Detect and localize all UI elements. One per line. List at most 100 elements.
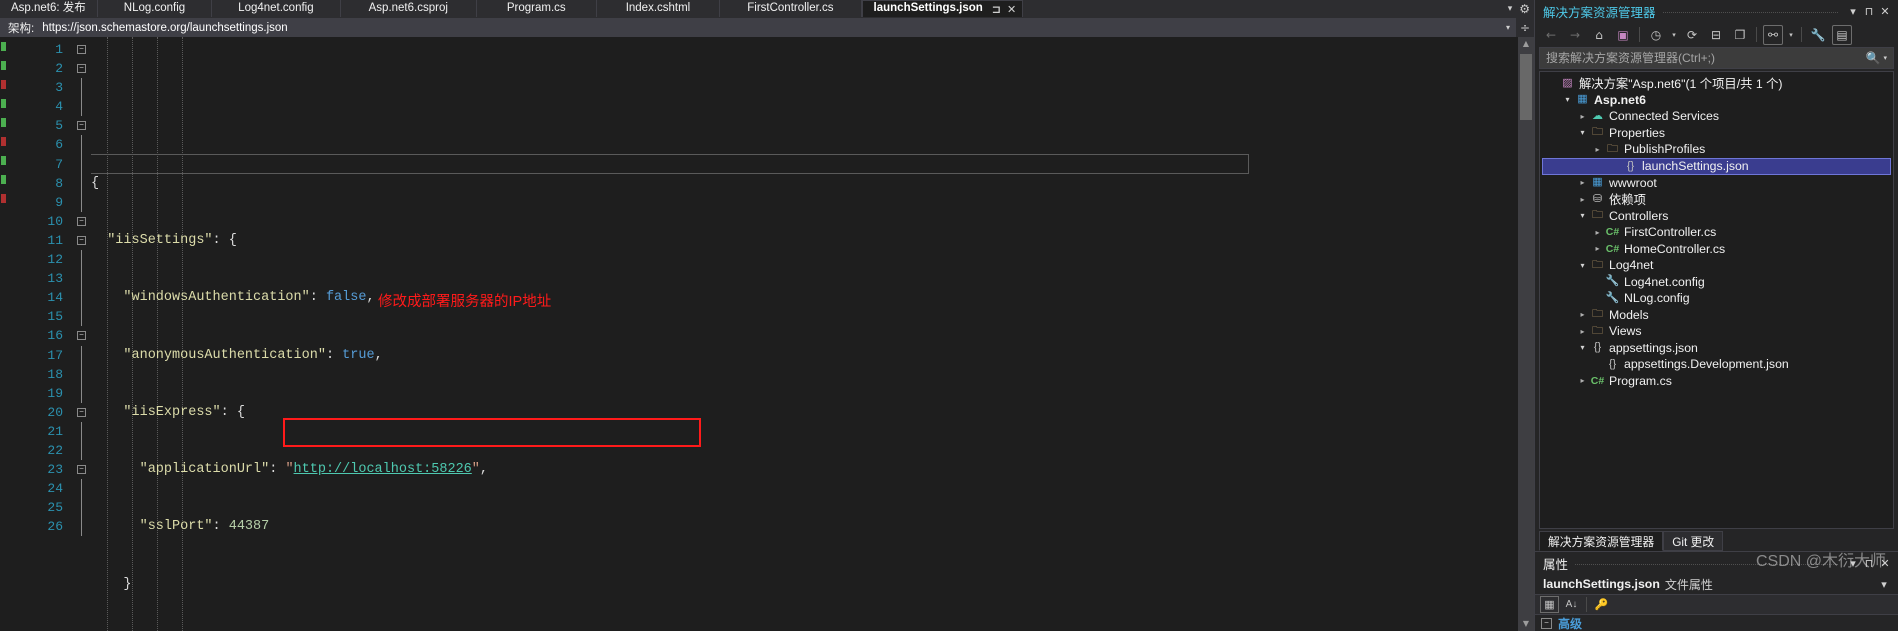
tree-item[interactable]: ▸ ⛁ 依赖项 bbox=[1540, 191, 1893, 208]
tree-item[interactable]: 🔧 Log4net.config bbox=[1540, 274, 1893, 291]
tree-item[interactable]: ▨ 解决方案"Asp.net6"(1 个项目/共 1 个) bbox=[1540, 75, 1893, 92]
fold-collapse-icon[interactable]: − bbox=[77, 331, 86, 341]
solution-explorer-view-icon[interactable]: ▣ bbox=[1613, 25, 1633, 45]
tree-item[interactable]: ▸ 🗀 Models bbox=[1540, 307, 1893, 324]
tree-item-label: PublishProfiles bbox=[1624, 142, 1706, 157]
home-icon[interactable]: ⌂ bbox=[1589, 25, 1609, 45]
solution-explorer-search[interactable]: 🔍 ▾ bbox=[1539, 47, 1894, 69]
schema-dropdown-icon[interactable]: ▾ bbox=[1500, 23, 1516, 32]
scroll-down-icon[interactable]: ▼ bbox=[1518, 617, 1534, 631]
chevron-down-icon[interactable]: ▾ bbox=[1670, 31, 1678, 39]
close-icon[interactable]: ✕ bbox=[1877, 557, 1893, 570]
tab-log4net-config[interactable]: Log4net.config bbox=[212, 0, 341, 17]
scrollbar-thumb[interactable] bbox=[1520, 54, 1532, 120]
expand-arrow-closed-icon[interactable]: ▸ bbox=[1576, 327, 1589, 336]
expand-arrow-open-icon[interactable]: ▾ bbox=[1576, 343, 1589, 352]
tree-item-selected[interactable]: {} launchSettings.json bbox=[1542, 157, 1891, 175]
tree-item[interactable]: ▾ {} appsettings.json bbox=[1540, 340, 1893, 357]
tree-item[interactable]: ▾ 🗀 Log4net bbox=[1540, 257, 1893, 274]
expand-arrow-closed-icon[interactable]: ▸ bbox=[1591, 244, 1604, 253]
expand-arrow-open-icon[interactable]: ▾ bbox=[1576, 211, 1589, 220]
gear-icon[interactable]: ⚙ bbox=[1519, 3, 1530, 15]
tree-item[interactable]: ▸ C# HomeController.cs bbox=[1540, 241, 1893, 258]
refresh-icon[interactable]: ⟳ bbox=[1682, 25, 1702, 45]
tree-item[interactable]: {} appsettings.Development.json bbox=[1540, 356, 1893, 373]
tab-firstcontroller-cs[interactable]: FirstController.cs bbox=[720, 0, 862, 17]
preview-selected-items-icon[interactable]: ▤ bbox=[1832, 24, 1852, 45]
search-icon[interactable]: 🔍 bbox=[1863, 51, 1884, 65]
panel-tab-git-changes[interactable]: Git 更改 bbox=[1663, 531, 1724, 551]
expand-arrow-closed-icon[interactable]: ▸ bbox=[1576, 195, 1589, 204]
solution-explorer-tree[interactable]: ▨ 解决方案"Asp.net6"(1 个项目/共 1 个) ▾ ▦ Asp.net6 ▸ ☁… bbox=[1539, 71, 1894, 529]
schema-url-input[interactable] bbox=[38, 19, 1500, 36]
fold-collapse-icon[interactable]: − bbox=[77, 465, 86, 475]
tree-item[interactable]: ▸ 🗀 PublishProfiles bbox=[1540, 141, 1893, 158]
tree-item[interactable]: 🔧 NLog.config bbox=[1540, 290, 1893, 307]
pin-icon[interactable]: ⊐ bbox=[992, 4, 1001, 15]
chevron-down-icon[interactable]: ▾ bbox=[1787, 31, 1795, 39]
property-pages-icon[interactable]: 🔑 bbox=[1592, 596, 1611, 613]
scroll-up-icon[interactable]: ▲ bbox=[1518, 37, 1534, 51]
expand-arrow-open-icon[interactable]: ▾ bbox=[1561, 95, 1574, 104]
categorized-view-icon[interactable]: ▦ bbox=[1540, 596, 1559, 613]
pending-changes-icon[interactable]: ◷ bbox=[1646, 25, 1666, 45]
tab-index-cshtml[interactable]: Index.cshtml bbox=[596, 0, 721, 17]
tree-item[interactable]: ▸ C# Program.cs bbox=[1540, 373, 1893, 390]
tab-asp-net6-publish[interactable]: Asp.net6: 发布 bbox=[0, 0, 98, 17]
properties-object-selector[interactable]: launchSettings.json 文件属性 ▾ bbox=[1535, 574, 1898, 594]
forward-icon[interactable]: → bbox=[1565, 25, 1585, 45]
tree-item[interactable]: ▸ ▦ wwwroot bbox=[1540, 175, 1893, 192]
tree-item[interactable]: ▾ 🗀 Controllers bbox=[1540, 208, 1893, 225]
close-icon[interactable]: ✕ bbox=[1007, 4, 1016, 15]
expand-arrow-closed-icon[interactable]: ▸ bbox=[1576, 112, 1589, 121]
chevron-down-icon[interactable]: ▾ bbox=[1508, 4, 1513, 13]
tree-item[interactable]: ▾ 🗀 Properties bbox=[1540, 125, 1893, 142]
expand-arrow-closed-icon[interactable]: ▸ bbox=[1576, 310, 1589, 319]
tree-item[interactable]: ▸ C# FirstController.cs bbox=[1540, 224, 1893, 241]
tab-nlog-config[interactable]: NLog.config bbox=[97, 0, 213, 17]
code-line-1: { bbox=[91, 175, 100, 191]
outlining-fold-column[interactable]: − − − − − − − − bbox=[72, 37, 91, 631]
expand-arrow-open-icon[interactable]: ▾ bbox=[1576, 128, 1589, 137]
fold-collapse-icon[interactable]: − bbox=[77, 64, 86, 74]
chevron-down-icon[interactable]: ▾ bbox=[1845, 5, 1861, 18]
tree-item[interactable]: ▸ 🗀 Views bbox=[1540, 323, 1893, 340]
view-class-diagram-icon[interactable]: ⚯ bbox=[1763, 24, 1783, 45]
tab-asp-net6-csproj[interactable]: Asp.net6.csproj bbox=[340, 0, 477, 17]
pin-icon[interactable]: ⊓ bbox=[1861, 5, 1877, 18]
category-expander-icon[interactable]: − bbox=[1541, 617, 1552, 629]
tab-program-cs[interactable]: Program.cs bbox=[476, 0, 597, 17]
chevron-down-icon[interactable]: ▾ bbox=[1876, 578, 1892, 591]
expand-arrow-closed-icon[interactable]: ▸ bbox=[1591, 228, 1604, 237]
editor-vertical-scrollbar[interactable]: ▲ ▼ bbox=[1518, 37, 1534, 631]
expand-arrow-open-icon[interactable]: ▾ bbox=[1576, 261, 1589, 270]
fold-collapse-icon[interactable]: − bbox=[77, 45, 86, 55]
search-input[interactable] bbox=[1540, 51, 1863, 65]
fold-collapse-icon[interactable]: − bbox=[77, 235, 86, 245]
change-marker-column bbox=[0, 37, 8, 631]
solution-explorer-toolbar: ← → ⌂ ▣ ◷ ▾ ⟳ ⊟ ❐ ⚯ ▾ 🔧 ▤ bbox=[1535, 22, 1898, 47]
fold-collapse-icon[interactable]: − bbox=[77, 216, 86, 226]
expand-arrow-closed-icon[interactable]: ▸ bbox=[1576, 376, 1589, 385]
show-all-files-icon[interactable]: ❐ bbox=[1730, 25, 1750, 45]
code-editor-surface[interactable]: 1 2 3 4 5 6 7 8 9 10 11 12 13 14 15 16 17 18 19 20 21 22 23 24 2… bbox=[0, 37, 1534, 631]
panel-tab-solution-explorer[interactable]: 解决方案资源管理器 bbox=[1539, 531, 1664, 551]
expand-arrow-closed-icon[interactable]: ▸ bbox=[1576, 178, 1589, 187]
fold-collapse-icon[interactable]: − bbox=[77, 121, 86, 131]
properties-wrench-icon[interactable]: 🔧 bbox=[1808, 25, 1828, 45]
alphabetical-sort-icon[interactable]: A↓ bbox=[1562, 596, 1581, 613]
expand-arrow-closed-icon[interactable]: ▸ bbox=[1591, 145, 1604, 154]
chevron-down-icon[interactable]: ▾ bbox=[1883, 54, 1893, 62]
pin-icon[interactable]: ⊓ bbox=[1861, 557, 1877, 570]
code-text-area[interactable]: { "iisSettings": { "windowsAuthenticatio… bbox=[91, 37, 1518, 631]
tab-launchsettings-json[interactable]: launchSettings.json ⊐ ✕ bbox=[861, 0, 1024, 17]
tree-item[interactable]: ▸ ☁ Connected Services bbox=[1540, 108, 1893, 125]
fold-collapse-icon[interactable]: − bbox=[77, 407, 86, 417]
collapse-all-icon[interactable]: ⊟ bbox=[1706, 25, 1726, 45]
split-view-icon[interactable]: ÷ bbox=[1516, 18, 1534, 37]
close-icon[interactable]: ✕ bbox=[1877, 5, 1893, 18]
properties-grid[interactable]: − 高级 bbox=[1535, 615, 1898, 631]
back-icon[interactable]: ← bbox=[1541, 25, 1561, 45]
chevron-down-icon[interactable]: ▾ bbox=[1845, 557, 1861, 570]
tree-item[interactable]: ▾ ▦ Asp.net6 bbox=[1540, 92, 1893, 109]
